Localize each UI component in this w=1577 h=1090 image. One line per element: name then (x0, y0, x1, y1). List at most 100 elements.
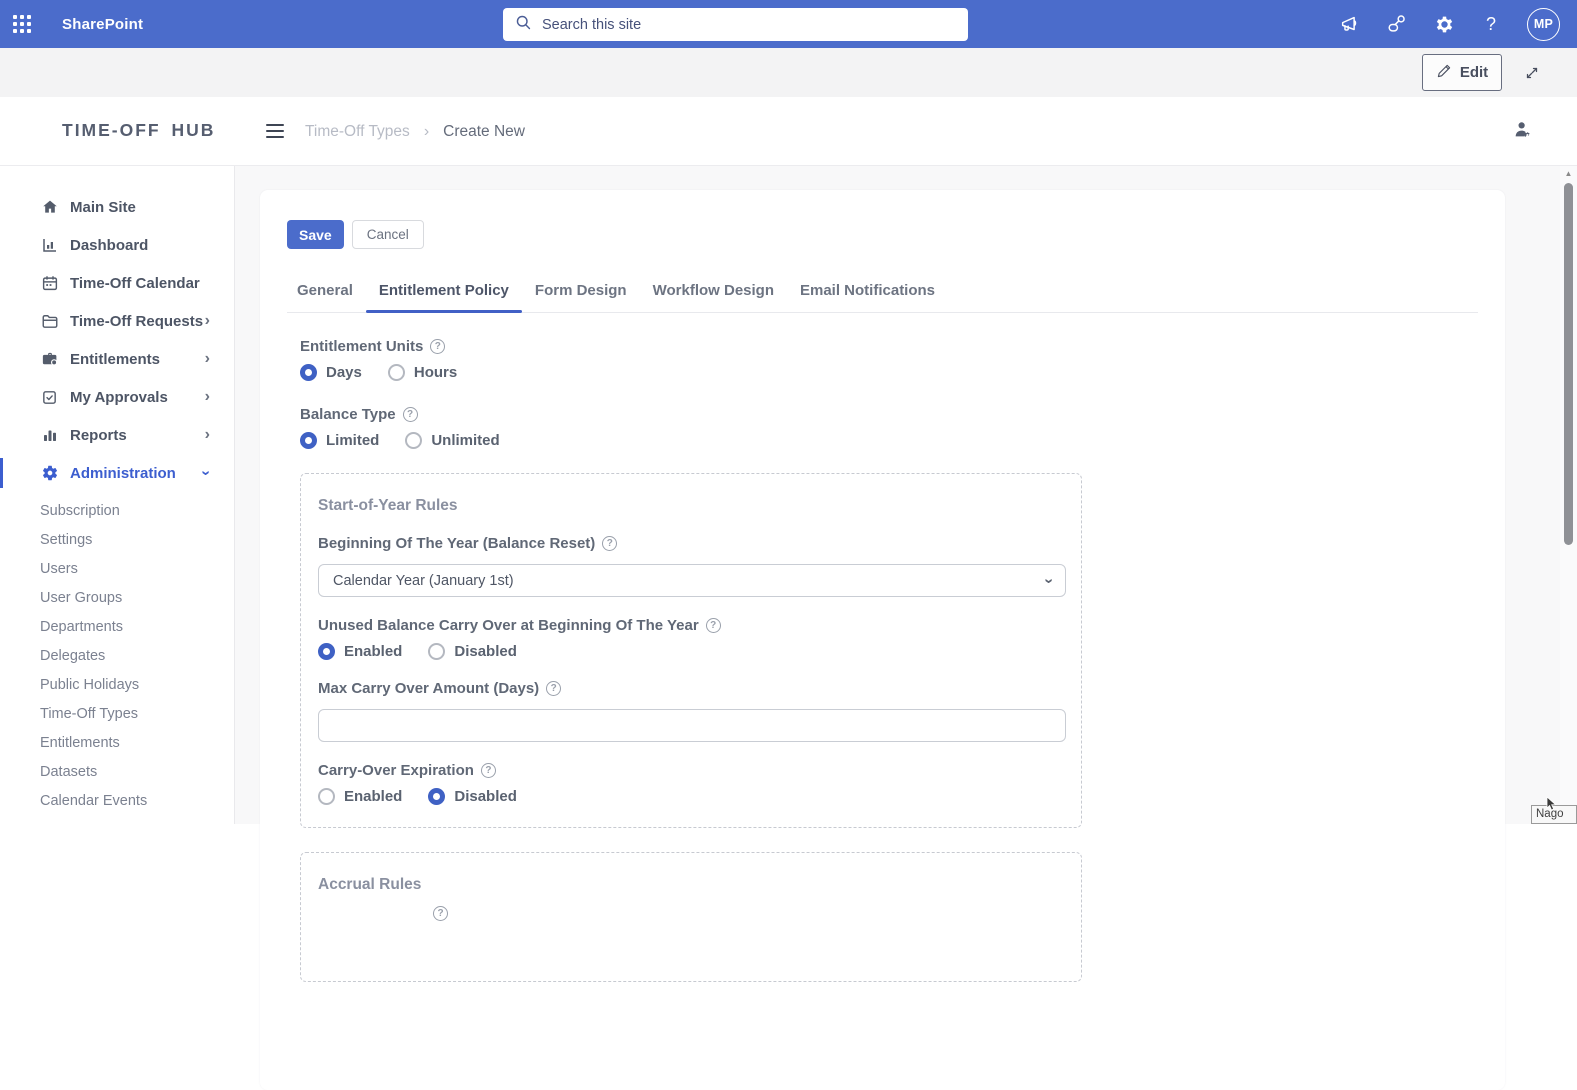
sidebar-item-entitlements[interactable]: Entitlements › (0, 340, 234, 378)
section-title: Start-of-Year Rules (318, 497, 458, 514)
radio-days[interactable]: Days (300, 364, 362, 381)
field-label-text: Beginning Of The Year (Balance Reset) (318, 535, 596, 552)
sidebar-item-administration[interactable]: Administration › (0, 454, 234, 492)
sidebar-item-label: Dashboard (70, 236, 149, 254)
sidebar-subitem-datasets[interactable]: Datasets (0, 757, 234, 786)
settings-gear-icon[interactable] (1433, 13, 1455, 35)
sub-item-label: Time-Off Types (40, 705, 139, 722)
balance-type-label: Balance Type ? (300, 406, 1478, 423)
field-label-text: Entitlement Units (300, 338, 424, 355)
app-logo[interactable]: TIME-OFF HUB (62, 120, 215, 141)
start-of-year-rules-section: Start-of-Year Rules Beginning Of The Yea… (300, 473, 1082, 828)
max-carry-over-input[interactable] (333, 717, 1051, 734)
sub-item-label: User Groups (40, 589, 123, 606)
expand-icon[interactable] (1521, 62, 1543, 84)
administration-submenu: Subscription Settings Users User Groups … (0, 492, 234, 815)
logo-part1: TIME-OFF (62, 120, 161, 140)
help-icon[interactable]: ? (1480, 13, 1502, 35)
tab-email-notifications[interactable]: Email Notifications (800, 276, 935, 312)
chevron-right-icon: › (204, 388, 210, 405)
breadcrumb: Time-Off Types › Create New (305, 123, 525, 141)
sharepoint-label[interactable]: SharePoint (62, 16, 143, 33)
radio-label: Limited (326, 432, 380, 449)
vertical-scrollbar[interactable]: ▲ (1560, 166, 1577, 824)
sub-item-label: Users (40, 560, 78, 577)
sidebar-subitem-time-off-types[interactable]: Time-Off Types (0, 699, 234, 728)
radio-selected-icon (300, 364, 317, 381)
radio-carry-over-disabled[interactable]: Disabled (428, 643, 517, 660)
radio-label: Days (326, 364, 362, 381)
radio-unlimited[interactable]: Unlimited (405, 432, 500, 449)
beginning-of-year-select[interactable]: Calendar Year (January 1st) › (318, 564, 1066, 597)
help-circle-icon[interactable]: ? (433, 906, 448, 921)
sidebar-item-label: Time-Off Calendar (70, 274, 200, 292)
search-input[interactable] (542, 16, 968, 33)
gear-icon (40, 464, 59, 483)
edit-button[interactable]: Edit (1422, 54, 1502, 91)
sidebar-item-my-approvals[interactable]: My Approvals › (0, 378, 234, 416)
scroll-up-arrow-icon[interactable]: ▲ (1563, 169, 1574, 178)
help-circle-icon[interactable]: ? (705, 618, 721, 633)
logo-part2: HUB (171, 120, 216, 140)
sharepoint-topbar: SharePoint ? MP (0, 0, 1577, 48)
max-carry-over-label: Max Carry Over Amount (Days) ? (318, 680, 1064, 697)
app-launcher-icon[interactable] (13, 15, 31, 33)
chevron-down-icon: › (197, 470, 215, 476)
sidebar-item-main-site[interactable]: Main Site (0, 188, 234, 226)
balance-type-options: Limited Unlimited (300, 432, 1478, 449)
radio-selected-icon (428, 788, 446, 805)
megaphone-icon[interactable] (1339, 13, 1361, 35)
scrollbar-thumb[interactable] (1564, 183, 1573, 545)
radio-expiration-enabled[interactable]: Enabled (318, 788, 402, 805)
help-circle-icon[interactable]: ? (430, 339, 446, 354)
radio-carry-over-enabled[interactable]: Enabled (318, 643, 402, 660)
radio-expiration-disabled[interactable]: Disabled (428, 788, 517, 805)
sidebar-subitem-user-groups[interactable]: User Groups (0, 583, 234, 612)
tab-general[interactable]: General (297, 276, 353, 312)
sidebar-item-dashboard[interactable]: Dashboard (0, 226, 234, 264)
cancel-button[interactable]: Cancel (351, 220, 424, 249)
tab-form-design[interactable]: Form Design (535, 276, 627, 312)
breadcrumb-parent[interactable]: Time-Off Types (305, 123, 410, 141)
help-circle-icon[interactable]: ? (602, 536, 618, 551)
site-search[interactable] (503, 8, 968, 41)
sidebar-subitem-subscription[interactable]: Subscription (0, 496, 234, 525)
sidebar-subitem-settings[interactable]: Settings (0, 525, 234, 554)
radio-hours[interactable]: Hours (387, 364, 457, 381)
sidebar-item-time-off-calendar[interactable]: Time-Off Calendar (0, 264, 234, 302)
radio-limited[interactable]: Limited (300, 432, 379, 449)
help-circle-icon[interactable]: ? (402, 407, 418, 422)
breadcrumb-separator-icon: › (423, 123, 430, 140)
briefcase-icon (40, 350, 59, 369)
entitlement-units-options: Days Hours (300, 364, 1478, 381)
sidebar-subitem-entitlements[interactable]: Entitlements (0, 728, 234, 757)
tab-entitlement-policy[interactable]: Entitlement Policy (365, 276, 522, 313)
max-carry-over-field (318, 709, 1066, 742)
pencil-icon (1436, 63, 1452, 83)
sidebar-item-reports[interactable]: Reports › (0, 416, 234, 454)
field-label-text: Max Carry Over Amount (Days) (318, 680, 540, 697)
sidebar-subitem-calendar-events[interactable]: Calendar Events (0, 786, 234, 815)
avatar[interactable]: MP (1527, 7, 1560, 41)
sidebar-item-time-off-requests[interactable]: Time-Off Requests › (0, 302, 234, 340)
tab-workflow-design[interactable]: Workflow Design (653, 276, 774, 312)
save-button[interactable]: Save (287, 220, 344, 249)
sidebar-subitem-users[interactable]: Users (0, 554, 234, 583)
sidebar-subitem-public-holidays[interactable]: Public Holidays (0, 670, 234, 699)
help-circle-icon[interactable]: ? (480, 763, 496, 778)
carry-over-options: Enabled Disabled (318, 643, 1064, 660)
sub-item-label: Calendar Events (40, 792, 148, 809)
field-label-text: Unused Balance Carry Over at Beginning O… (318, 617, 699, 634)
sidebar-subitem-departments[interactable]: Departments (0, 612, 234, 641)
sub-item-label: Departments (40, 618, 124, 635)
sidebar-item-label: Reports (70, 426, 127, 444)
edit-button-label: Edit (1459, 64, 1489, 81)
sidebar-item-label: Main Site (70, 198, 136, 216)
sub-item-label: Settings (40, 531, 93, 548)
sidebar-subitem-delegates[interactable]: Delegates (0, 641, 234, 670)
hamburger-menu-icon[interactable] (266, 124, 284, 138)
org-chart-icon[interactable] (1386, 13, 1408, 35)
sidebar-item-label: My Approvals (70, 388, 168, 406)
user-settings-icon[interactable] (1512, 119, 1534, 141)
help-circle-icon[interactable]: ? (546, 681, 562, 696)
